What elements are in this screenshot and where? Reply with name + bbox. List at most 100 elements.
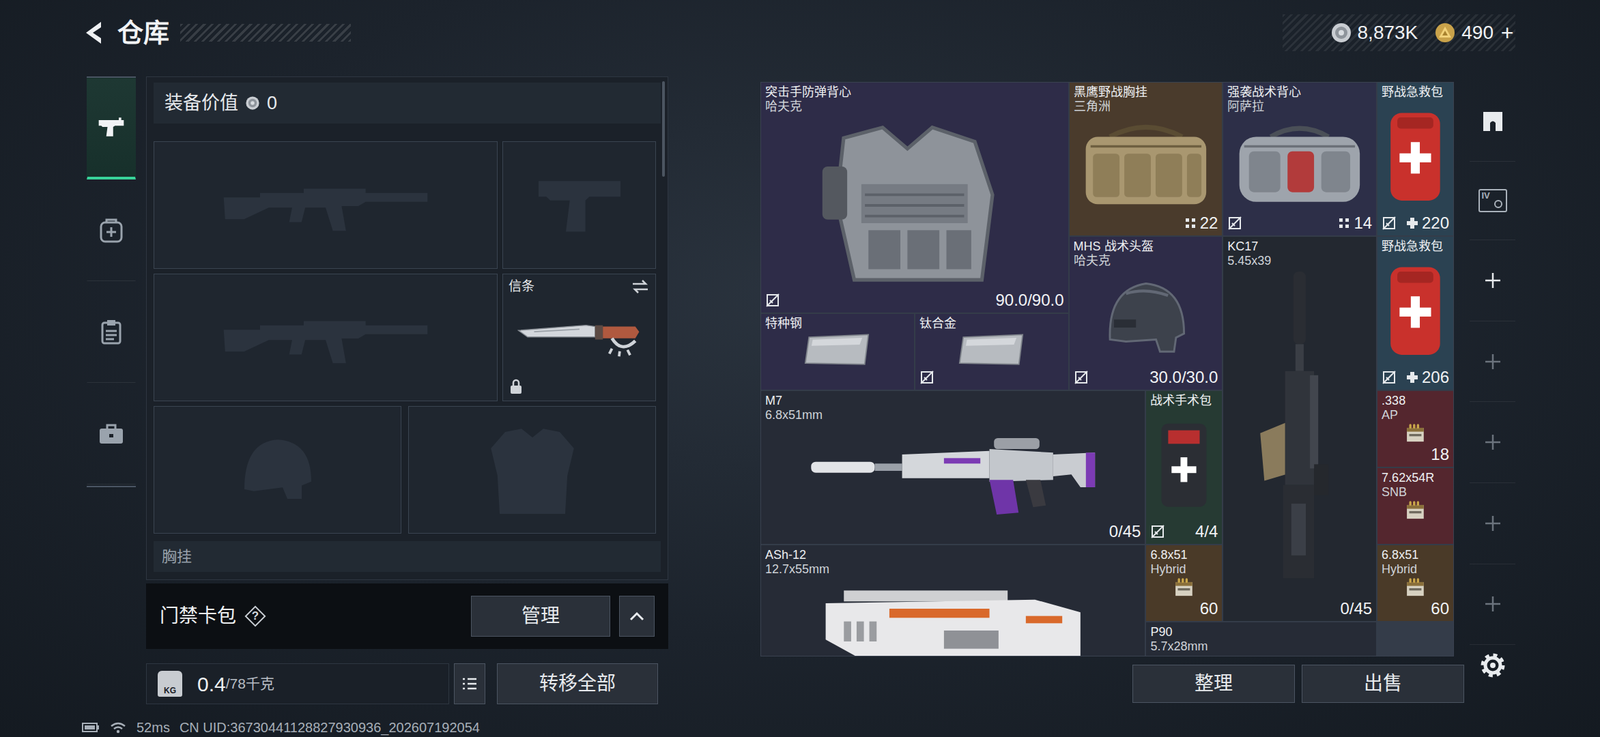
weight-icon: KG <box>157 670 183 697</box>
sell-button[interactable]: 出售 <box>1301 664 1465 704</box>
item-header: 6.8x51Hybrid <box>1381 548 1450 577</box>
melee-slot[interactable]: 信条 <box>502 273 656 402</box>
loadout-slots: 装备价值0信条胸挂 <box>146 76 669 581</box>
sidebar-item[interactable] <box>86 179 136 282</box>
user-id: CN UID:36730441128827930936_202607192054 <box>179 717 480 737</box>
untradable-icon <box>1227 215 1243 231</box>
ammo-icon <box>1381 576 1450 600</box>
inventory-item[interactable]: 强袭战术背心阿萨拉14 <box>1223 82 1377 236</box>
gear-icon <box>96 317 127 348</box>
help-icon[interactable]: ? <box>244 605 267 628</box>
item-footer: 90.0/90.0 <box>765 290 1065 310</box>
item-name: MHS 战术头盔 <box>1073 239 1219 254</box>
manage-button[interactable]: 管理 <box>470 595 611 637</box>
tradable-marker <box>1150 601 1166 617</box>
add-currency-button[interactable]: + <box>1498 21 1516 44</box>
item-name: 6.8x51 <box>1381 548 1450 563</box>
item-subtitle: 5.45x39 <box>1227 253 1373 269</box>
settings-button[interactable] <box>1469 645 1516 687</box>
item-footer <box>1381 522 1450 542</box>
item-subtitle: 阿萨拉 <box>1227 99 1373 114</box>
inventory-item[interactable]: 6.8x51Hybrid 60 <box>1377 545 1454 622</box>
transfer-all-button[interactable]: 转移全部 <box>496 663 659 705</box>
item-footer: 30.0/30.0 <box>1073 367 1219 388</box>
item-footer: 0/45 <box>1227 599 1373 619</box>
add-button[interactable] <box>1469 564 1516 646</box>
card-icon: IV <box>1478 189 1508 213</box>
item-count: 30.0/30.0 <box>1149 368 1218 387</box>
sidebar-item[interactable] <box>86 77 136 180</box>
sort-button[interactable]: 整理 <box>1132 664 1295 704</box>
item-count-value: 60 <box>1430 600 1450 618</box>
currency-amount: 490 <box>1461 18 1494 48</box>
item-header: P905.7x28mm <box>1150 625 1373 654</box>
inventory-item[interactable]: .338AP18 <box>1377 391 1454 467</box>
inventory-item[interactable]: 野战急救包220 <box>1377 82 1454 236</box>
currency-bar: 8,873K490+ <box>1282 14 1516 52</box>
add-button[interactable] <box>1469 240 1516 322</box>
ping-readout: 52ms <box>136 717 170 737</box>
silver-coin-icon <box>1330 21 1353 44</box>
ammo-icon <box>1381 421 1450 446</box>
ammo-icon <box>1150 576 1218 600</box>
back-arrow-icon[interactable] <box>80 17 111 48</box>
keycard-bar: 门禁卡包?管理 <box>146 583 669 650</box>
item-subtitle: Hybrid <box>1381 562 1450 577</box>
weight-icon-label: KG <box>163 686 177 695</box>
item-footer: 60 <box>1381 599 1450 619</box>
item-count-value: 0/45 <box>1339 600 1373 618</box>
title-decoration <box>180 23 351 42</box>
inventory-item[interactable]: 突击手防弹背心哈夫克90.0/90.0 <box>761 82 1069 313</box>
rifle-slot[interactable] <box>153 141 498 269</box>
inventory-item[interactable]: ASh-1212.7x55mm <box>761 545 1145 657</box>
inventory-item[interactable]: 战术手术包4/4 <box>1146 391 1222 545</box>
inventory-item[interactable]: 钛合金 <box>915 313 1069 390</box>
helmet-slot[interactable] <box>153 406 402 534</box>
section-header: 胸挂 <box>153 541 661 573</box>
card-button[interactable]: IV <box>1469 161 1516 241</box>
plate-icon <box>919 331 1065 368</box>
medkit-icon <box>1381 253 1450 368</box>
tradable-marker <box>1381 601 1397 617</box>
inventory-item[interactable]: MHS 战术头盔哈夫克30.0/30.0 <box>1069 236 1223 390</box>
inventory-item[interactable]: 野战急救包206 <box>1377 236 1454 390</box>
weapon-icon <box>96 112 127 143</box>
item-count-value: 22 <box>1200 214 1219 233</box>
swap-icon[interactable] <box>630 279 650 295</box>
armor-slot[interactable] <box>408 406 656 534</box>
inventory-item[interactable]: 黑鹰野战胸挂三角洲22 <box>1069 82 1223 236</box>
item-name: 黑鹰野战胸挂 <box>1073 85 1219 100</box>
add-button[interactable] <box>1469 402 1516 484</box>
item-name: P90 <box>1150 625 1373 640</box>
add-button[interactable] <box>1469 483 1516 565</box>
pistol-slot[interactable] <box>502 141 656 269</box>
add-button[interactable] <box>1469 321 1516 403</box>
heal-icon <box>1405 216 1420 231</box>
rifle-slot[interactable] <box>153 273 498 402</box>
item-subtitle: 12.7x55mm <box>765 562 1141 577</box>
inventory-item[interactable]: KC175.45x390/45 <box>1223 236 1377 622</box>
right-toolbar: IV <box>1469 76 1516 705</box>
tradable-marker <box>1381 447 1397 463</box>
inventory-item[interactable]: P905.7x28mm <box>1146 622 1377 657</box>
plate-icon <box>765 331 910 368</box>
sidebar-item[interactable] <box>86 281 136 383</box>
item-count: 14 <box>1337 214 1373 233</box>
item-count: 22 <box>1183 214 1219 233</box>
inventory-item[interactable]: 6.8x51Hybrid60 <box>1146 545 1222 622</box>
inventory-item[interactable]: 特种钢 <box>761 313 914 390</box>
home-button[interactable] <box>1469 82 1516 162</box>
scrollbar[interactable] <box>662 81 665 177</box>
plus-icon <box>1483 514 1502 533</box>
rifle-icon <box>765 421 1141 523</box>
caret-up-icon[interactable] <box>619 595 655 637</box>
inventory-item[interactable]: 7.62x54RSNB <box>1377 468 1454 545</box>
list-icon[interactable] <box>453 663 486 705</box>
item-count-value: 60 <box>1200 600 1219 618</box>
item-name: .338 <box>1381 393 1450 409</box>
item-name: 战术手术包 <box>1150 393 1218 409</box>
inventory-panel: 突击手防弹背心哈夫克90.0/90.0黑鹰野战胸挂三角洲22强袭战术背心阿萨拉1… <box>760 76 1465 705</box>
item-name: 特种钢 <box>765 316 910 332</box>
sidebar-item[interactable] <box>86 382 136 485</box>
inventory-item[interactable]: M76.8x51mm0/45 <box>761 391 1145 545</box>
